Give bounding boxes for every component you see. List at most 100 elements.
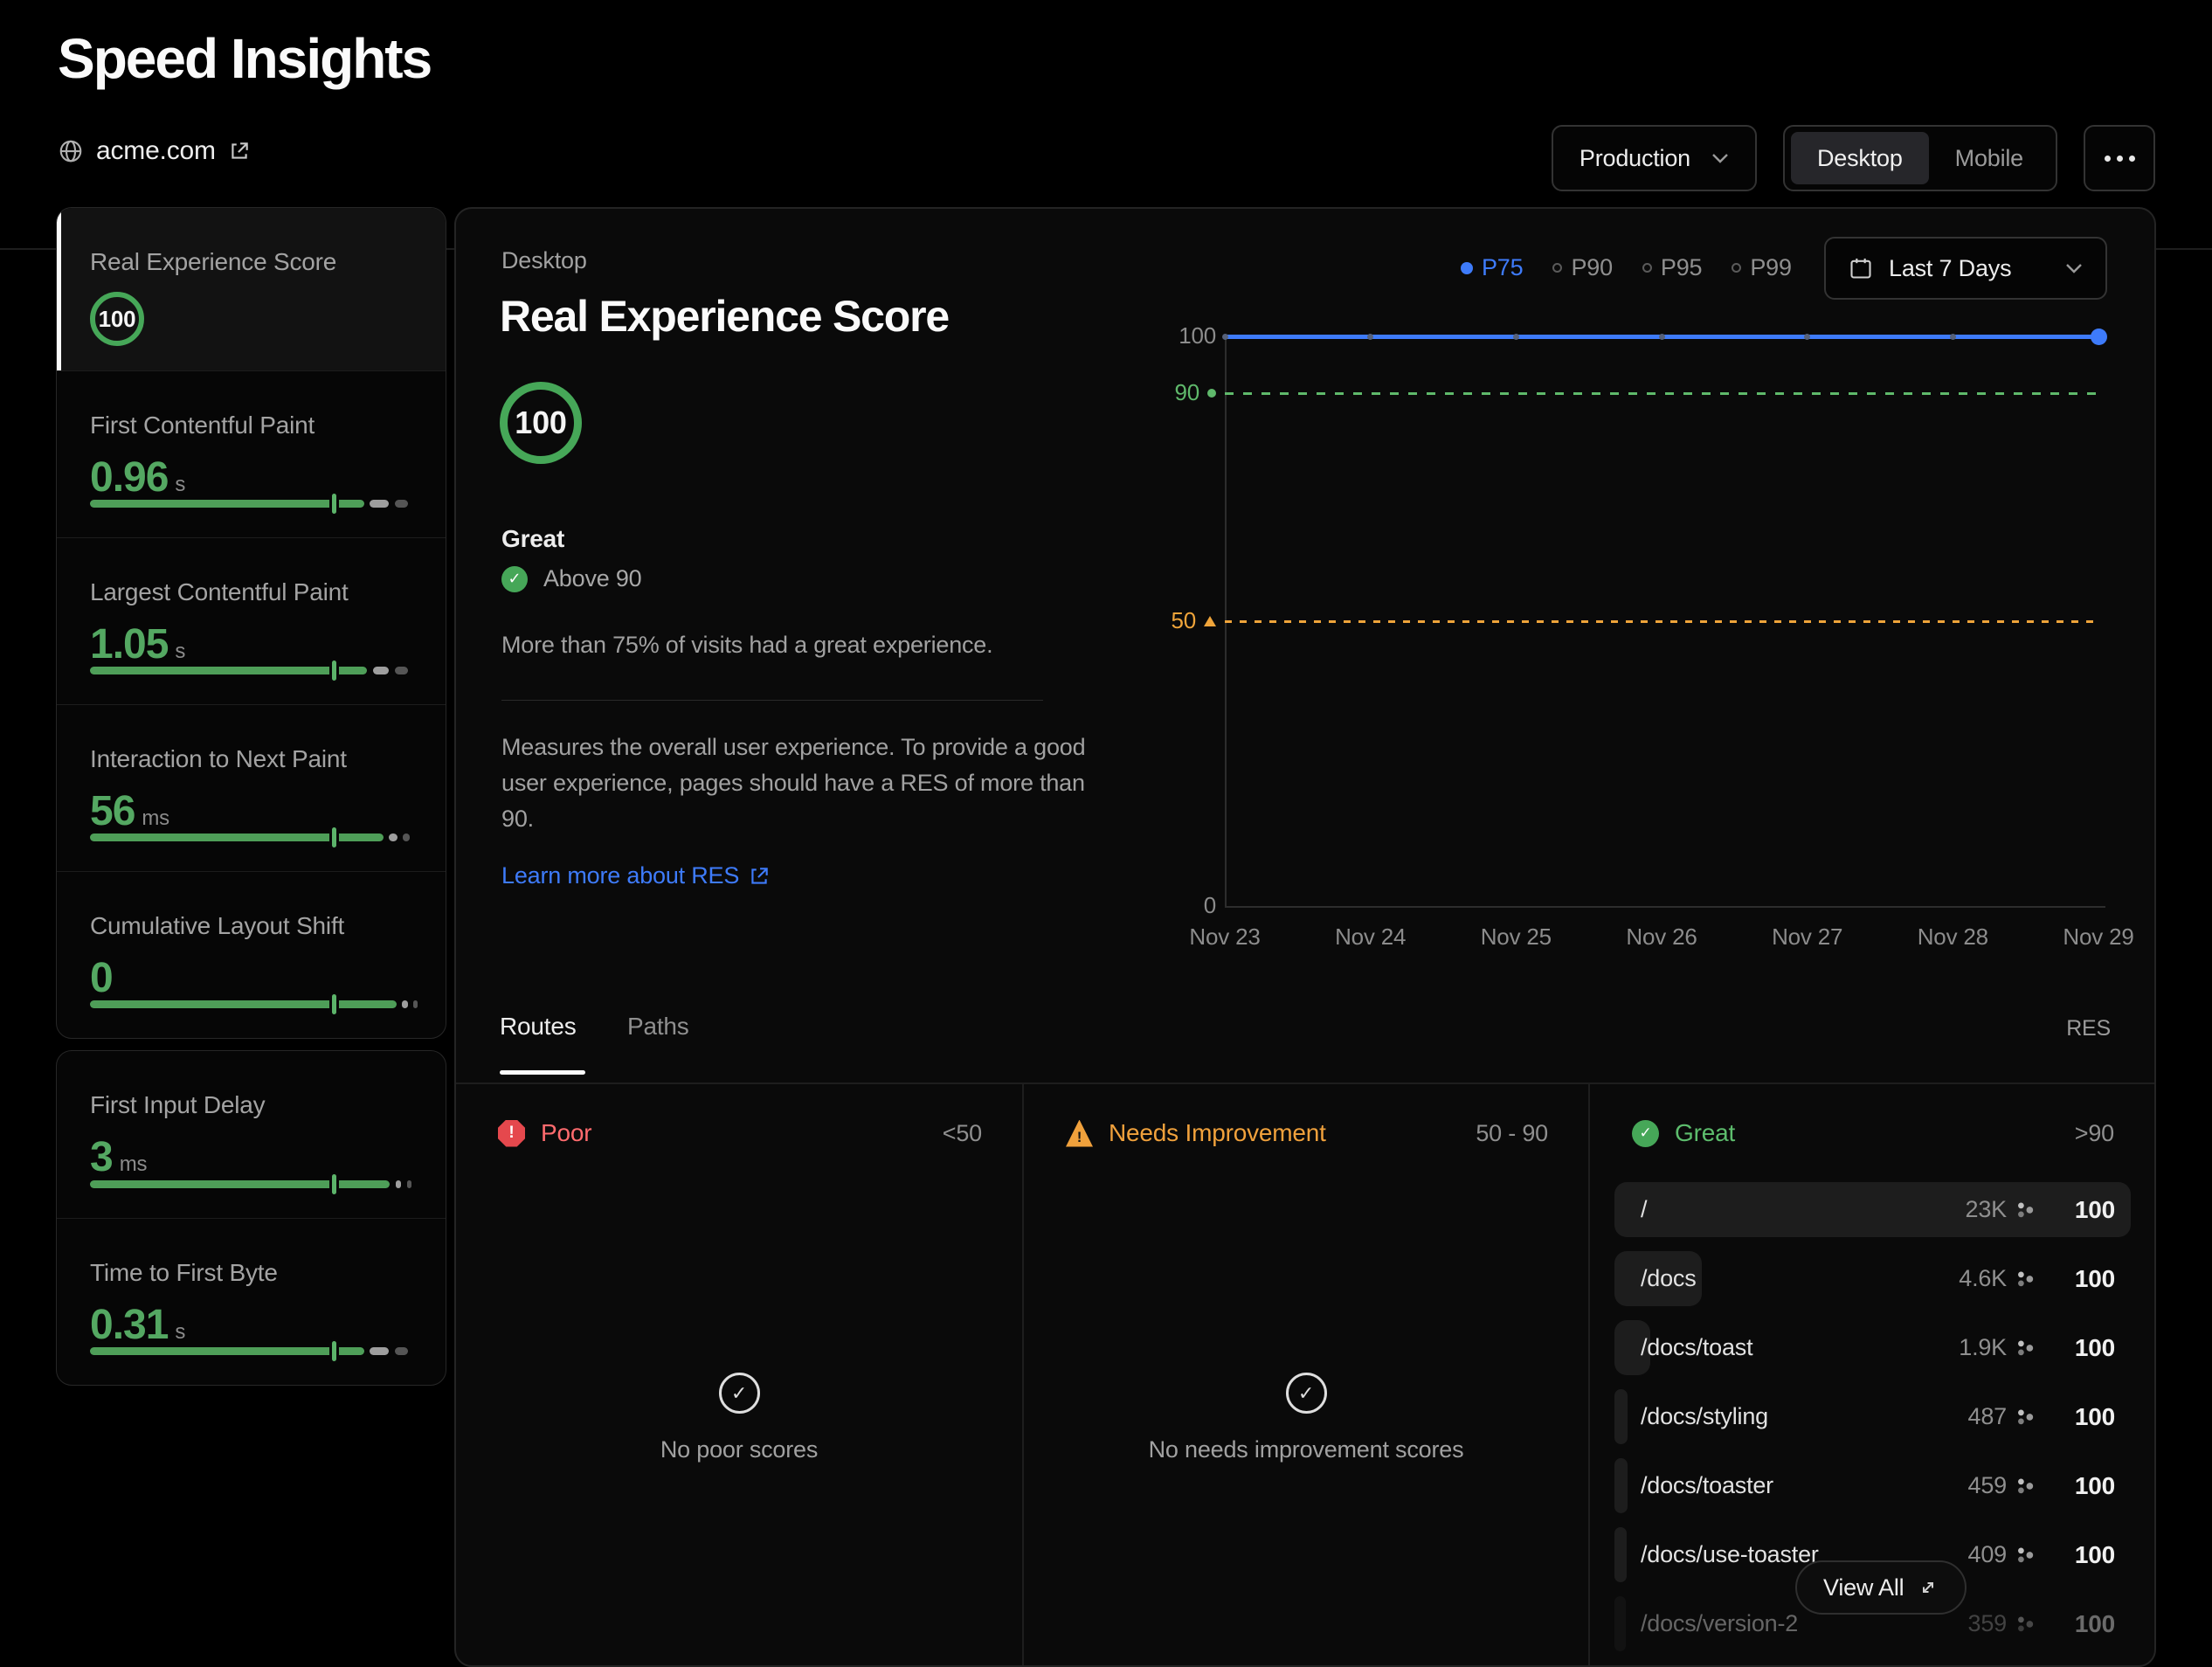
grade-label: Great [501,525,564,553]
check-circle-outline-icon: ✓ [1286,1373,1327,1414]
res-column-label: RES [2066,1016,2111,1041]
domain-link[interactable]: acme.com [58,136,251,166]
metrics-sidebar: Real Experience Score 100 First Contentf… [56,207,446,1039]
metric-value: 0.96 [90,453,168,501]
check-circle-icon: ✓ [501,566,528,592]
metric-unit: s [175,473,185,497]
sidebar-card-lcp[interactable]: Largest Contentful Paint 1.05s [57,537,446,704]
date-range-label: Last 7 Days [1889,255,2011,282]
check-circle-icon: ✓ [1632,1120,1659,1147]
metric-distribution-bar [90,500,412,508]
y-tick-100: 100 [1141,322,1216,349]
expand-icon [1918,1577,1939,1598]
main-panel: Desktop Real Experience Score 100 Great … [454,207,2156,1667]
samples-icon [2015,1476,2035,1496]
threshold-dot-icon [1207,389,1216,398]
date-range-select[interactable]: Last 7 Days [1824,237,2107,300]
metric-title: Largest Contentful Paint [90,538,412,606]
tab-desktop[interactable]: Desktop [1791,132,1929,184]
data-point [1804,334,1810,340]
chevron-down-icon [2065,263,2083,273]
p75-tick [332,1341,336,1361]
metric-distribution-bar [90,1000,412,1008]
legend-dot-icon [1642,263,1652,273]
metric-value: 0 [90,954,113,1002]
p75-tick [332,1174,336,1194]
empty-state-text: No needs improvement scores [1024,1436,1588,1463]
chevron-down-icon [1711,153,1729,163]
tab-routes[interactable]: Routes [500,1013,577,1041]
metric-unit: ms [142,806,169,831]
metric-distribution-bar [90,667,412,674]
samples-icon [2015,1614,2035,1634]
data-point [2091,329,2107,345]
x-tick: Nov 26 [1609,923,1714,951]
sidebar-card-inp[interactable]: Interaction to Next Paint 56ms [57,704,446,871]
x-tick: Nov 29 [2046,923,2151,951]
calendar-icon [1849,256,1873,280]
legend-item-p99[interactable]: P99 [1732,254,1791,281]
metric-unit: s [175,640,185,664]
divider [501,700,1043,701]
y-tick-0: 0 [1141,892,1216,919]
x-axis-line [1225,906,2105,908]
octagon-exclamation-icon: ! [498,1120,525,1147]
samples-icon [2015,1338,2035,1358]
learn-more-link[interactable]: Learn more about RES [501,862,771,889]
panel-heading: Real Experience Score [500,291,949,342]
external-link-icon [228,140,251,163]
description-text: Measures the overall user experience. To… [501,730,1096,837]
metric-distribution-bar [90,1180,412,1188]
metric-unit: ms [120,1152,148,1177]
header-controls: Production Desktop Mobile [1552,125,2155,191]
environment-label: Production [1580,145,1690,172]
tab-paths[interactable]: Paths [627,1013,689,1041]
empty-state: ✓ No poor scores [456,1373,1022,1463]
legend-item-p75[interactable]: P75 [1461,254,1523,281]
empty-state: ✓ No needs improvement scores [1024,1373,1588,1463]
res-trend-chart: 100 90 50 0 Nov 23 Nov 24 Nov 25 Nov 26 … [1225,336,2100,906]
legend-item-p90[interactable]: P90 [1552,254,1612,281]
samples-icon [2015,1200,2035,1220]
metric-distribution-bar [90,1347,412,1355]
sidebar-card-ttfb[interactable]: Time to First Byte 0.31s [57,1218,446,1385]
sidebar-card-fid[interactable]: First Input Delay 3 ms [57,1051,446,1218]
sidebar-card-res[interactable]: Real Experience Score 100 [57,208,446,370]
grade-detail: Above 90 [543,565,642,592]
route-row[interactable]: /docs4.6K100 [1614,1244,2131,1313]
tab-mobile[interactable]: Mobile [1929,132,2050,184]
sidebar-card-cls[interactable]: Cumulative Layout Shift 0 [57,871,446,1038]
metric-title: First Input Delay [90,1051,412,1119]
data-point [1513,334,1519,340]
p75-tick [332,994,336,1014]
legend-item-p95[interactable]: P95 [1642,254,1702,281]
y-tick-90: 90 [1141,379,1216,406]
route-row[interactable]: /docs/toast1.9K100 [1614,1313,2131,1382]
globe-icon [58,138,84,164]
data-point [1659,334,1665,340]
route-row[interactable]: /23K100 [1614,1175,2131,1244]
bucket-range: >90 [2075,1120,2114,1147]
samples-icon [2015,1545,2035,1565]
view-all-button[interactable]: View All [1795,1560,1967,1615]
x-tick: Nov 25 [1463,923,1568,951]
route-row[interactable]: /docs/styling487100 [1614,1382,2131,1451]
sidebar-card-fcp[interactable]: First Contentful Paint 0.96s [57,370,446,537]
x-tick: Nov 27 [1755,923,1860,951]
route-row[interactable]: /docs/toaster459100 [1614,1451,2131,1520]
percentile-legend: P75 P90 P95 P99 [1461,254,1792,281]
learn-more-label: Learn more about RES [501,862,739,889]
p75-tick [332,494,336,514]
bucket-range: 50 - 90 [1476,1120,1548,1147]
external-link-icon [748,865,771,888]
bucket-label: Great [1675,1119,2059,1147]
environment-select[interactable]: Production [1552,125,1757,191]
metric-value: 3 [90,1133,113,1181]
res-score-badge: 100 [90,292,144,346]
y-tick-50: 50 [1141,607,1216,634]
more-menu-button[interactable] [2084,125,2155,191]
metrics-sidebar-secondary: First Input Delay 3 ms Time to First Byte… [56,1050,446,1386]
metric-title: Time to First Byte [90,1219,412,1287]
legend-dot-icon [1461,262,1473,274]
bucket-poor: ! Poor <50 ✓ No poor scores [456,1084,1022,1665]
